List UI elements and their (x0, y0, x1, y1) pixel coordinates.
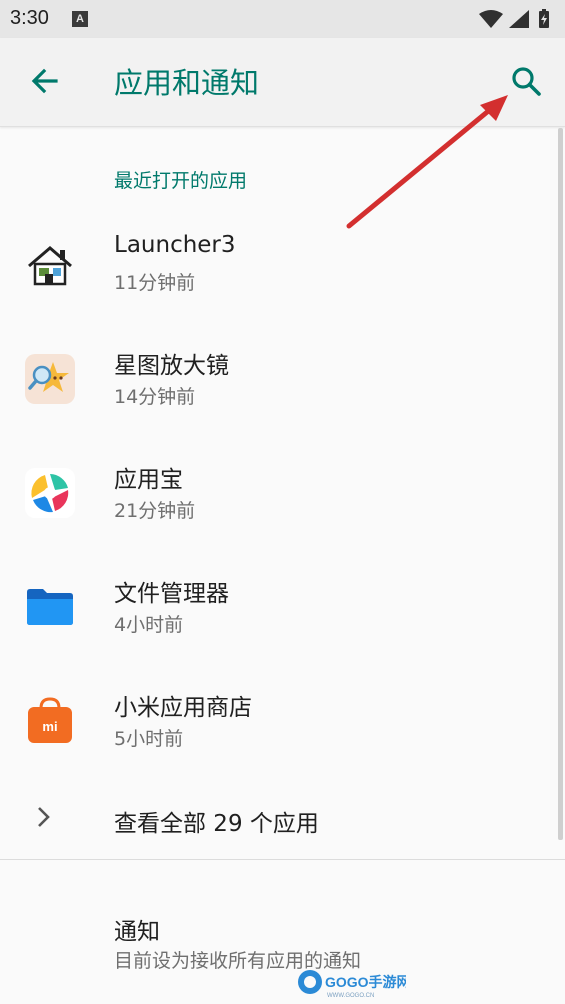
chevron-right-icon (32, 804, 56, 830)
recent-app-item[interactable]: Launcher3 11分钟前 (0, 216, 558, 330)
watermark-domain: WWW.GOGO.CN (327, 993, 374, 999)
app-last-used: 11分钟前 (114, 272, 196, 294)
app-last-used: 5小时前 (114, 728, 184, 750)
mi-store-bag-icon: mi (25, 696, 75, 746)
status-bar: 3:30 A (0, 0, 565, 38)
folder-icon (25, 582, 75, 632)
battery-icon (539, 9, 549, 28)
app-name: Launcher3 (114, 232, 236, 258)
scrollbar[interactable] (558, 128, 563, 840)
app-bar: 应用和通知 (0, 38, 565, 127)
app-name: 星图放大镜 (114, 353, 229, 379)
app-name: 小米应用商店 (114, 695, 252, 721)
view-all-apps-item[interactable]: 查看全部 29 个应用 (0, 788, 558, 848)
back-arrow-icon[interactable] (26, 64, 62, 100)
notifications-title: 通知 (114, 919, 160, 945)
view-all-apps-label: 查看全部 29 个应用 (114, 811, 319, 837)
watermark-logo: GOGO手游网 WWW.GOGO.CN (296, 966, 411, 1000)
app-last-used: 4小时前 (114, 614, 184, 636)
recent-app-item[interactable]: 星图放大镜 14分钟前 (0, 330, 558, 444)
recent-apps-header: 最近打开的应用 (114, 170, 248, 192)
recent-app-item[interactable]: 应用宝 21分钟前 (0, 444, 558, 558)
yingyongbao-icon (25, 468, 75, 518)
app-name: 文件管理器 (114, 581, 229, 607)
page-title: 应用和通知 (114, 66, 260, 100)
launcher3-house-icon (25, 240, 75, 290)
wifi-icon (479, 10, 503, 28)
watermark-text: GOGO手游网 (325, 974, 406, 990)
recent-app-item[interactable]: mi 小米应用商店 5小时前 (0, 672, 558, 786)
svg-text:mi: mi (42, 719, 57, 734)
signal-icon (509, 10, 529, 28)
star-magnifier-icon (25, 354, 75, 404)
search-icon[interactable] (508, 64, 544, 100)
app-name: 应用宝 (114, 467, 183, 493)
status-time: 3:30 (10, 7, 49, 29)
notification-a-icon: A (72, 11, 88, 27)
app-last-used: 21分钟前 (114, 500, 196, 522)
divider (0, 859, 565, 860)
recent-app-item[interactable]: 文件管理器 4小时前 (0, 558, 558, 672)
status-icons (477, 8, 557, 34)
app-last-used: 14分钟前 (114, 386, 196, 408)
